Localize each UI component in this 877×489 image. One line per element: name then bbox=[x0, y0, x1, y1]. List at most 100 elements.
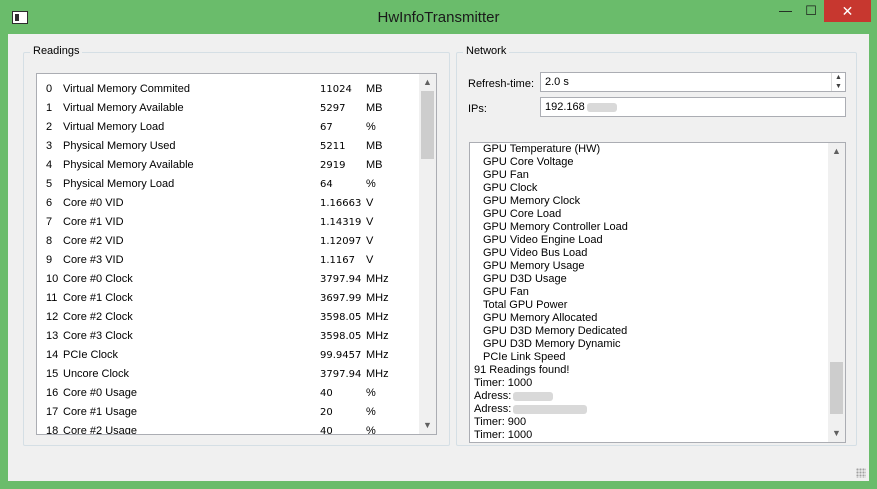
reading-row[interactable]: 10 Core #0 Clock 3797.94 MHz bbox=[37, 270, 427, 289]
reading-row[interactable]: 16 Core #0 Usage 40% bbox=[37, 384, 427, 403]
reading-index: 6 bbox=[46, 197, 53, 209]
reading-row[interactable]: 4 Physical Memory Available 2919 MB bbox=[37, 156, 427, 175]
redacted-ip-suffix bbox=[586, 102, 617, 112]
reading-index: 4 bbox=[46, 159, 53, 171]
window-title: HwInfoTransmitter bbox=[377, 9, 500, 26]
reading-name: Uncore Clock bbox=[63, 368, 130, 380]
reading-row[interactable]: 9 Core #3 VID 1.1167 V bbox=[37, 251, 427, 270]
scroll-down-arrow-icon[interactable]: ▼ bbox=[419, 417, 436, 434]
reading-unit: V bbox=[366, 235, 374, 247]
reading-name: Physical Memory Used bbox=[63, 140, 176, 152]
log-line-text: GPU Memory Usage bbox=[483, 260, 585, 272]
reading-index: 7 bbox=[46, 216, 53, 228]
reading-row[interactable]: 11 Core #1 Clock 3697.99 MHz bbox=[37, 289, 427, 308]
reading-index: 17 bbox=[46, 406, 59, 418]
reading-row[interactable]: 2 Virtual Memory Load 67% bbox=[37, 118, 427, 137]
reading-unit: % bbox=[366, 121, 376, 133]
reading-index: 11 bbox=[46, 292, 58, 304]
reading-value: 5211 bbox=[320, 141, 346, 152]
readings-scrollbar[interactable]: ▲ ▼ bbox=[419, 74, 436, 434]
reading-value: 11024 bbox=[320, 84, 352, 95]
network-group: Network Refresh-time: 2.0 s ▲ ▼ IPs: 192… bbox=[456, 45, 857, 446]
reading-value: 1.1167 bbox=[320, 255, 355, 266]
reading-unit: V bbox=[366, 216, 374, 228]
spin-down-icon[interactable]: ▼ bbox=[832, 82, 845, 91]
log-line-text: GPU Memory Controller Load bbox=[483, 221, 628, 233]
scroll-up-arrow-icon[interactable]: ▲ bbox=[828, 143, 845, 160]
reading-index: 12 bbox=[46, 311, 59, 323]
log-line: GPU Video Engine Load bbox=[483, 234, 603, 247]
readings-scroll-thumb[interactable] bbox=[421, 91, 434, 159]
log-scroll-thumb[interactable] bbox=[830, 362, 843, 414]
reading-value: 40 bbox=[320, 388, 333, 399]
ips-value: 192.168 bbox=[545, 101, 585, 113]
log-line-text: Total GPU Power bbox=[483, 299, 568, 311]
log-line: Timer: 1000 bbox=[474, 429, 532, 442]
log-line: GPU Fan bbox=[483, 169, 529, 182]
reading-name: Core #0 Clock bbox=[63, 273, 133, 285]
refresh-time-label: Refresh-time: bbox=[468, 78, 535, 90]
log-line: GPU Memory Allocated bbox=[483, 312, 597, 325]
reading-name: Virtual Memory Commited bbox=[63, 83, 190, 95]
close-button[interactable]: ✕ bbox=[824, 0, 871, 22]
reading-unit: V bbox=[366, 197, 374, 209]
log-line: GPU Memory Usage bbox=[483, 260, 584, 273]
reading-value: 99.9457 bbox=[320, 350, 362, 361]
reading-row[interactable]: 7 Core #1 VID 1.14319 V bbox=[37, 213, 427, 232]
reading-row[interactable]: 3 Physical Memory Used 5211 MB bbox=[37, 137, 427, 156]
scroll-up-arrow-icon[interactable]: ▲ bbox=[419, 74, 436, 91]
log-scrollbar[interactable]: ▲ ▼ bbox=[828, 143, 845, 442]
reading-value: 3697.99 bbox=[320, 293, 362, 304]
reading-index: 5 bbox=[46, 178, 53, 190]
reading-index: 3 bbox=[46, 140, 53, 152]
reading-name: Virtual Memory Available bbox=[63, 102, 184, 114]
resize-grip-icon[interactable] bbox=[856, 468, 866, 478]
refresh-time-value: 2.0 s bbox=[545, 76, 569, 88]
reading-row[interactable]: 17 Core #1 Usage 20% bbox=[37, 403, 427, 422]
log-line: PCIe Link Speed bbox=[483, 351, 566, 364]
log-line: GPU Memory Controller Load bbox=[483, 221, 628, 234]
log-line: GPU Temperature (HW) bbox=[483, 143, 600, 156]
reading-index: 15 bbox=[46, 368, 59, 380]
reading-name: Virtual Memory Load bbox=[63, 121, 165, 133]
reading-row[interactable]: 13 Core #3 Clock 3598.05 MHz bbox=[37, 327, 427, 346]
reading-row[interactable]: 18 Core #2 Usage 40% bbox=[37, 422, 427, 434]
log-line: GPU D3D Usage bbox=[483, 273, 567, 286]
log-line: 91 Readings found! bbox=[474, 364, 569, 377]
log-line: Adress: bbox=[474, 403, 588, 416]
scroll-down-arrow-icon[interactable]: ▼ bbox=[828, 425, 845, 442]
reading-row[interactable]: 0 Virtual Memory Commited 11024 MB bbox=[37, 80, 427, 99]
maximize-button[interactable]: ☐ bbox=[798, 0, 824, 22]
readings-list[interactable]: 0 Virtual Memory Commited 11024 MB 1 Virtual … bbox=[36, 73, 437, 435]
log-line-text: GPU Fan bbox=[483, 169, 529, 181]
reading-row[interactable]: 1 Virtual Memory Available 5297 MB bbox=[37, 99, 427, 118]
log-line-text: Adress: bbox=[474, 403, 512, 415]
reading-row[interactable]: 12 Core #2 Clock 3598.05 MHz bbox=[37, 308, 427, 327]
reading-value: 1.16663 bbox=[320, 198, 362, 209]
reading-unit: MHz bbox=[366, 273, 389, 285]
title-bar[interactable]: HwInfoTransmitter — ☐ ✕ bbox=[0, 0, 877, 34]
reading-name: PCIe Clock bbox=[63, 349, 119, 361]
log-line: GPU Video Bus Load bbox=[483, 247, 587, 260]
spin-up-icon[interactable]: ▲ bbox=[832, 73, 845, 82]
reading-name: Core #1 Clock bbox=[63, 292, 133, 304]
reading-name: Core #2 Clock bbox=[63, 311, 133, 323]
refresh-time-spin-buttons[interactable]: ▲ ▼ bbox=[831, 73, 845, 91]
reading-row[interactable]: 5 Physical Memory Load 64% bbox=[37, 175, 427, 194]
reading-value: 64 bbox=[320, 179, 333, 190]
redacted-address bbox=[513, 404, 588, 414]
log-line-text: GPU Memory Allocated bbox=[483, 312, 598, 324]
log-line-text: GPU Core Load bbox=[483, 208, 562, 220]
minimize-button[interactable]: — bbox=[773, 0, 798, 22]
ips-input[interactable]: 192.168 bbox=[540, 97, 846, 117]
reading-row[interactable]: 14 PCIe Clock 99.9457 MHz bbox=[37, 346, 427, 365]
reading-row[interactable]: 6 Core #0 VID 1.16663 V bbox=[37, 194, 427, 213]
reading-row[interactable]: 8 Core #2 VID 1.12097 V bbox=[37, 232, 427, 251]
network-log[interactable]: GPU Temperature (HW) GPU Core Voltage GPU … bbox=[469, 142, 846, 443]
reading-index: 8 bbox=[46, 235, 53, 247]
log-line: Adress: bbox=[474, 390, 554, 403]
refresh-time-spinbox[interactable]: 2.0 s ▲ ▼ bbox=[540, 72, 846, 92]
reading-row[interactable]: 15 Uncore Clock 3797.94 MHz bbox=[37, 365, 427, 384]
reading-index: 9 bbox=[46, 254, 53, 266]
reading-value: 3797.94 bbox=[320, 274, 362, 285]
